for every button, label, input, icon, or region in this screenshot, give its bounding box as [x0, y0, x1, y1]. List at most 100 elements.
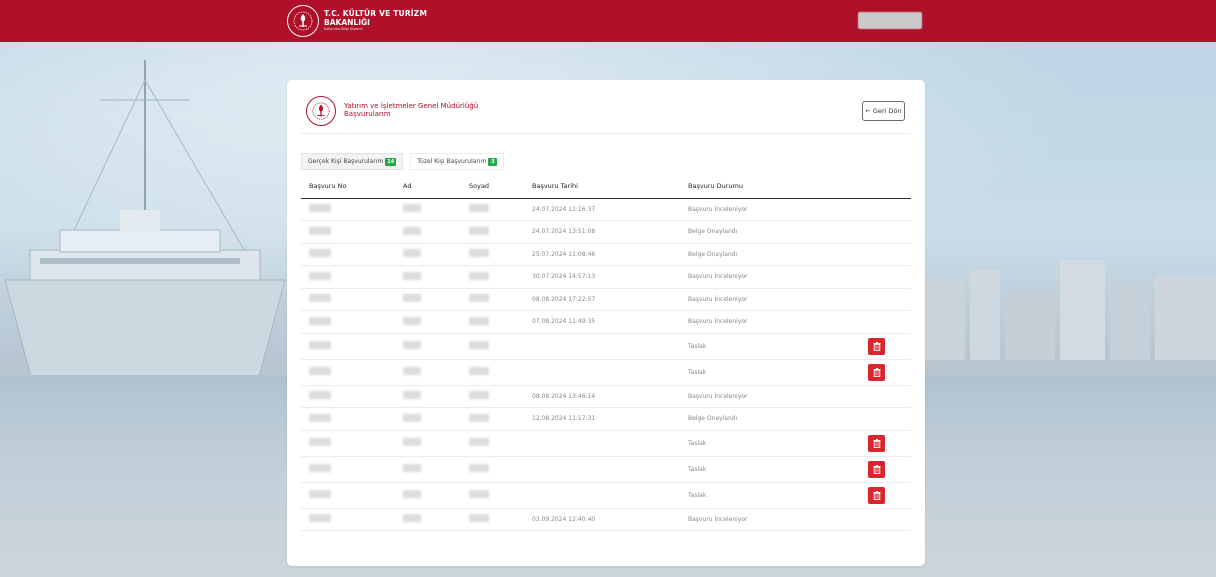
trash-icon	[873, 341, 880, 351]
redacted-value	[309, 514, 331, 523]
cell-actions	[858, 482, 911, 509]
cell-first-name	[403, 508, 469, 531]
cell-last-name	[469, 407, 532, 431]
trash-icon	[873, 490, 880, 500]
cell-application-date: 08.08.2024 13:46:14	[532, 385, 688, 408]
cell-application-no	[301, 385, 403, 408]
table-row[interactable]: 30.07.2024 14:57:13 Başvuru İnceleniyor	[301, 265, 911, 289]
redacted-value	[309, 341, 331, 349]
cell-actions	[858, 288, 911, 311]
cell-application-no	[301, 456, 403, 483]
tab-corporate-applications[interactable]: Tüzel Kişi Başvurularım 3	[410, 153, 505, 170]
redacted-value	[309, 316, 331, 325]
cell-application-date	[532, 482, 688, 509]
redacted-value	[469, 249, 489, 258]
table-row[interactable]: Taslak	[301, 333, 911, 360]
city-skyline	[925, 260, 1216, 380]
redacted-value	[469, 316, 489, 325]
cell-last-name	[469, 310, 532, 334]
ministry-name-line1: T.C. KÜLTÜR VE TURİZM	[324, 9, 428, 19]
table-row[interactable]: 24.07.2024 13:51:08 Belge Onaylandı	[301, 220, 911, 244]
back-button[interactable]: ← Geri Dön	[862, 101, 905, 121]
applications-table: Başvuru No Ad Soyad Başvuru Tarihi Başvu…	[301, 174, 911, 531]
cell-first-name	[403, 243, 469, 266]
cell-application-no	[301, 198, 403, 221]
card-header: Yatırım ve İşletmeler Genel Müdürlüğü Ba…	[301, 94, 911, 134]
redacted-value	[469, 367, 489, 375]
column-header-first-name: Ad	[403, 174, 469, 199]
redacted-value	[469, 341, 489, 349]
cell-last-name	[469, 288, 532, 311]
redacted-value	[309, 464, 331, 472]
cell-application-status: Başvuru İnceleniyor	[688, 198, 858, 221]
table-row[interactable]: 24.07.2024 12:16:37 Başvuru İnceleniyor	[301, 198, 911, 221]
table-row[interactable]: 07.08.2024 11:49:35 Başvuru İnceleniyor	[301, 310, 911, 334]
table-body: 24.07.2024 12:16:37 Başvuru İnceleniyor 24…	[301, 198, 911, 531]
cell-application-date: 30.07.2024 14:57:13	[532, 265, 688, 289]
redacted-value	[469, 204, 489, 213]
cell-actions	[858, 385, 911, 408]
redacted-value	[309, 294, 331, 303]
cell-first-name	[403, 430, 469, 457]
delete-draft-button[interactable]	[868, 486, 885, 504]
cell-application-date: 25.07.2024 11:08:46	[532, 243, 688, 266]
cell-application-date: 07.08.2024 11:49:35	[532, 310, 688, 334]
redacted-value	[309, 490, 331, 498]
cell-application-status: Belge Onaylandı	[688, 220, 858, 244]
cell-application-status: Taslak	[688, 456, 858, 483]
delete-draft-button[interactable]	[868, 460, 885, 478]
table-row[interactable]: 08.08.2024 13:46:14 Başvuru İnceleniyor	[301, 385, 911, 408]
cell-actions	[858, 265, 911, 289]
ministry-seal-icon	[306, 96, 336, 126]
table-header-row: Başvuru No Ad Soyad Başvuru Tarihi Başvu…	[301, 174, 911, 199]
redacted-value	[403, 249, 421, 258]
cell-last-name	[469, 359, 532, 386]
cell-actions	[858, 310, 911, 334]
table-row[interactable]: Taslak	[301, 430, 911, 457]
cell-application-date	[532, 430, 688, 457]
redacted-value	[469, 438, 489, 446]
redacted-value	[309, 367, 331, 375]
cell-actions	[858, 407, 911, 431]
tab-count-badge: 3	[488, 157, 498, 166]
redacted-value	[403, 367, 421, 375]
table-row[interactable]: Taslak	[301, 456, 911, 483]
table-row[interactable]: 25.07.2024 11:08:46 Belge Onaylandı	[301, 243, 911, 266]
tab-individual-applications[interactable]: Gerçek Kişi Başvurularım 14	[301, 153, 404, 170]
table-row[interactable]: 12.08.2024 11:17:31 Belge Onaylandı	[301, 407, 911, 431]
cell-application-no	[301, 310, 403, 334]
cell-first-name	[403, 385, 469, 408]
ministry-logo-link[interactable]: T.C. KÜLTÜR VE TURİZM BAKANLIĞI Kalkınma…	[287, 5, 427, 37]
column-header-actions	[858, 174, 911, 199]
cell-first-name	[403, 456, 469, 483]
redacted-value	[403, 490, 421, 498]
redacted-value	[469, 226, 489, 235]
cell-application-date: 24.07.2024 13:51:08	[532, 220, 688, 244]
cell-first-name	[403, 359, 469, 386]
delete-draft-button[interactable]	[868, 337, 885, 355]
redacted-value	[403, 438, 421, 446]
cell-application-no	[301, 359, 403, 386]
table-row[interactable]: Taslak	[301, 359, 911, 386]
ministry-seal-icon	[287, 5, 319, 37]
user-menu-button[interactable]	[858, 12, 922, 29]
column-header-application-no: Başvuru No	[301, 174, 403, 199]
cell-application-no	[301, 220, 403, 244]
redacted-value	[309, 413, 331, 422]
column-header-application-date: Başvuru Tarihi	[532, 174, 688, 199]
cell-actions	[858, 333, 911, 360]
delete-draft-button[interactable]	[868, 434, 885, 452]
cell-application-date: 12.08.2024 11:17:31	[532, 407, 688, 431]
trash-icon	[873, 464, 880, 474]
cell-last-name	[469, 220, 532, 244]
cell-actions	[858, 243, 911, 266]
cell-application-status: Belge Onaylandı	[688, 243, 858, 266]
table-row[interactable]: 08.08.2024 17:22:57 Başvuru İnceleniyor	[301, 288, 911, 311]
ferry-illustration	[4, 60, 286, 411]
table-row[interactable]: 03.09.2024 12:40:40 Başvuru İnceleniyor	[301, 508, 911, 531]
delete-draft-button[interactable]	[868, 363, 885, 381]
table-row[interactable]: Taslak	[301, 482, 911, 509]
page-title: Başvurularım	[344, 110, 391, 118]
redacted-value	[469, 391, 489, 400]
cell-application-no	[301, 333, 403, 360]
